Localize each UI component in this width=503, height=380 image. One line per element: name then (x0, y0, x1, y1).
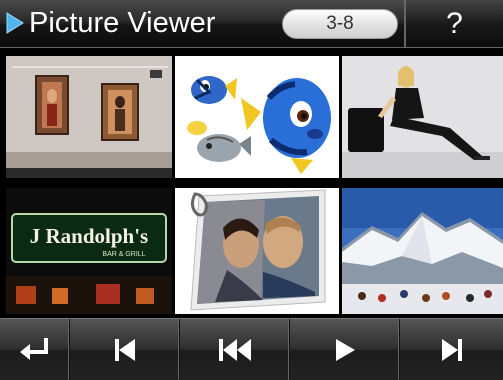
thumb-woman-seated[interactable] (342, 56, 503, 178)
previous-button[interactable] (70, 319, 180, 380)
return-arrow-icon (19, 337, 48, 360)
sign-text: J Randolph's (30, 224, 148, 248)
image-counter: 3-8 (282, 9, 398, 39)
woman-seated-image (342, 56, 503, 178)
snowy-mountains-image (342, 188, 503, 314)
thumbnail-grid: J Randolph's BAR & GRILL (0, 48, 503, 318)
thumb-snowy-mountains[interactable] (342, 188, 503, 314)
cartoon-fish-image (175, 56, 339, 178)
skip-previous-icon (114, 338, 135, 361)
thumb-couple-photo[interactable] (175, 188, 339, 314)
help-button[interactable]: ? (406, 0, 503, 47)
playback-toolbar (0, 318, 503, 380)
first-button[interactable] (180, 319, 290, 380)
title-bar: Picture Viewer 3-8 ? (0, 0, 503, 48)
restaurant-sign-image: J Randolph's BAR & GRILL (6, 188, 172, 314)
next-button[interactable] (400, 319, 503, 380)
thumb-cartoon-fish[interactable] (175, 56, 339, 178)
rewind-to-start-icon (218, 338, 251, 361)
couple-photo-image (175, 188, 339, 314)
thumb-restaurant-sign[interactable]: J Randolph's BAR & GRILL (6, 188, 172, 314)
skip-next-icon (441, 338, 462, 361)
gallery-wall-image (6, 56, 172, 178)
play-icon (335, 338, 355, 361)
play-button[interactable] (290, 319, 400, 380)
thumb-gallery-wall[interactable] (6, 56, 172, 178)
play-triangle-icon (6, 12, 24, 34)
back-button[interactable] (0, 319, 70, 380)
sign-subtext: BAR & GRILL (102, 251, 145, 258)
app-title: Picture Viewer (29, 7, 216, 39)
